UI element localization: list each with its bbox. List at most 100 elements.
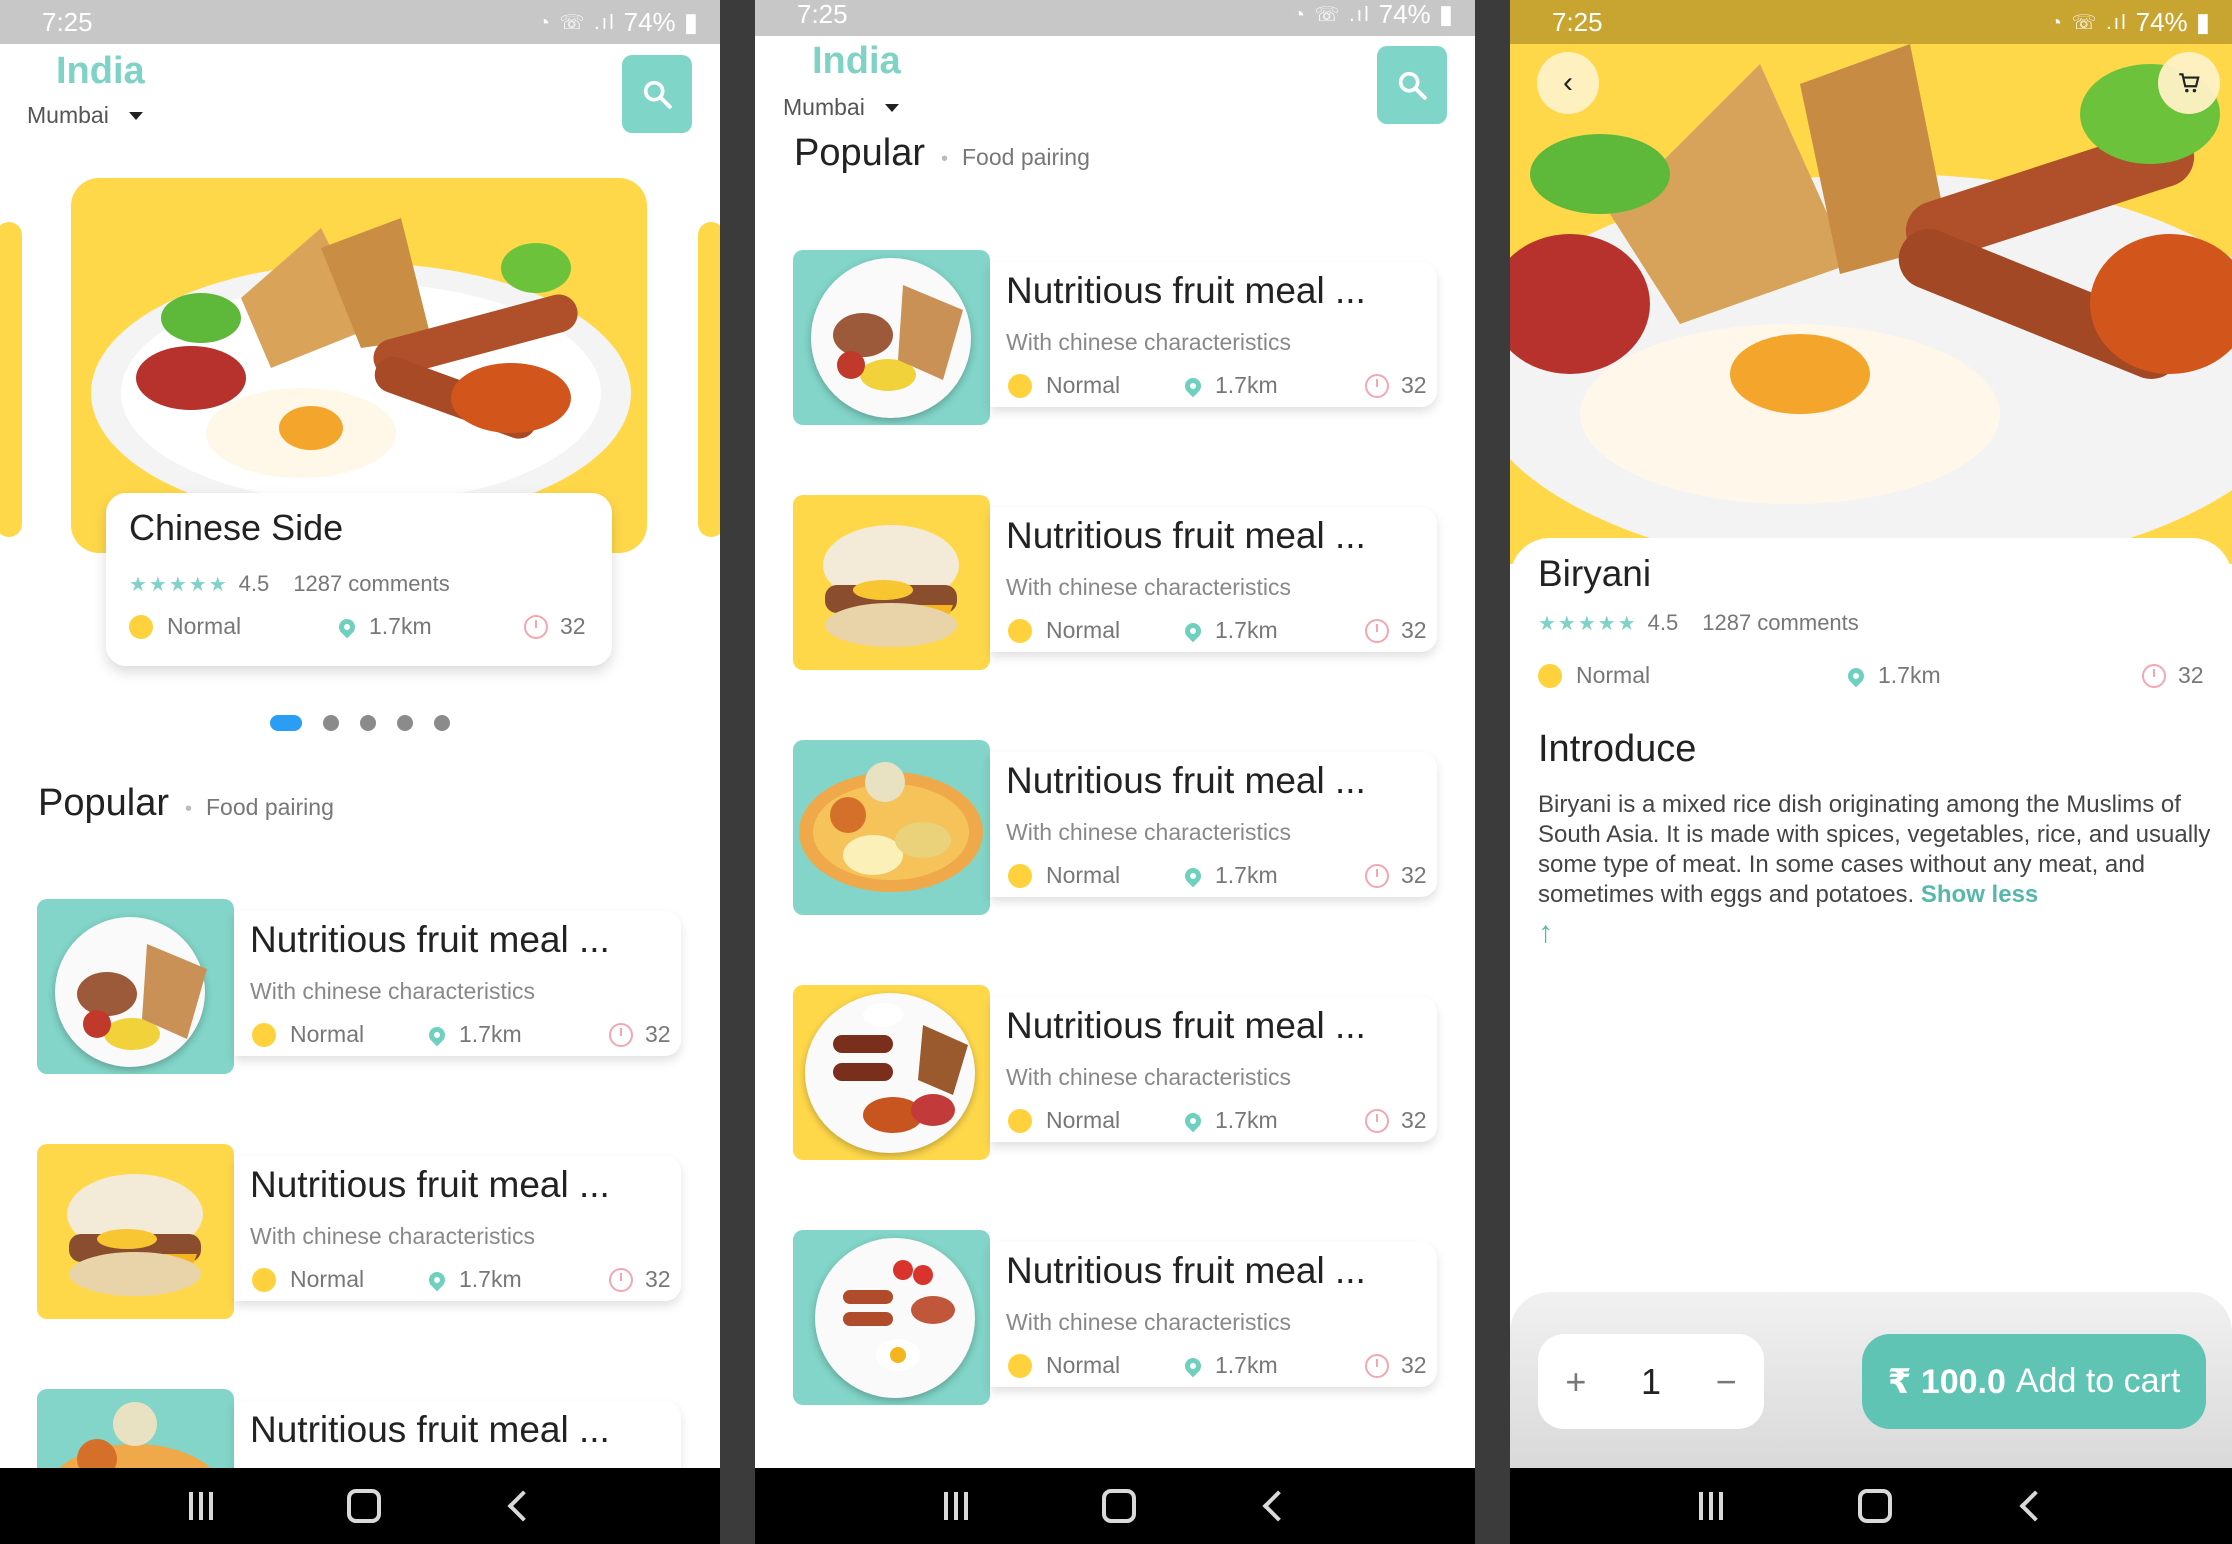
rating-value: 4.5 (238, 571, 270, 596)
pager-dot[interactable] (323, 715, 339, 731)
location-country[interactable]: India (812, 40, 901, 83)
search-button[interactable] (622, 55, 692, 133)
item-title: Nutritious fruit meal ... (250, 1164, 610, 1205)
recent-apps-icon[interactable] (941, 1492, 971, 1520)
location-pin-icon (1181, 619, 1205, 642)
distance-label: 1.7km (459, 1021, 522, 1047)
location-country[interactable]: India (56, 50, 145, 93)
hero-card[interactable]: Chinese Side ★★★★★ 4.5 1287 comments Nor… (106, 493, 612, 666)
clock-icon (524, 614, 548, 639)
yellow-dot-icon (129, 614, 153, 639)
detail-hero-image (1510, 44, 2232, 564)
distance-label: 1.7km (1215, 617, 1278, 643)
level-label: Normal (1046, 862, 1121, 888)
signal-icon: ◔ ☏ .ıl (537, 11, 616, 34)
stars-icon: ★★★★★ (1538, 612, 1638, 635)
plus-button[interactable]: + (1565, 1361, 1586, 1403)
level-label: Normal (1046, 1107, 1121, 1133)
battery-icon: ▮ (1438, 0, 1453, 29)
location-city-dropdown[interactable]: Mumbai (783, 94, 899, 121)
popular-subtitle[interactable]: Food pairing (962, 144, 1090, 171)
back-button[interactable]: ‹ (1537, 52, 1599, 114)
description-text: Biryani is a mixed rice dish originating… (1538, 790, 2218, 910)
status-time: 7:25 (42, 6, 93, 37)
distance-label: 1.7km (1215, 862, 1278, 888)
item-subtitle: With chinese characteristics (1006, 819, 1292, 845)
yellow-dot-icon (1008, 373, 1032, 398)
minus-button[interactable]: − (1716, 1361, 1737, 1403)
popular-subtitle[interactable]: Food pairing (206, 794, 334, 821)
battery-icon: ▮ (683, 6, 698, 37)
system-nav-bar (0, 1468, 720, 1544)
battery-level: 74% (2135, 6, 2188, 37)
status-bar: 7:25 ◔ ☏ .ıl 74% ▮ (1510, 0, 2232, 44)
carousel-pager[interactable] (270, 715, 450, 731)
caret-down-icon (128, 111, 143, 120)
popular-header: Popular • Food pairing (794, 132, 1090, 174)
time-label: 32 (2178, 662, 2204, 688)
item-title: Nutritious fruit meal ... (1006, 760, 1366, 801)
location-city-dropdown[interactable]: Mumbai (27, 102, 143, 129)
chevron-left-icon: ‹ (1563, 66, 1573, 99)
home-icon[interactable] (346, 1489, 381, 1523)
distance-label: 1.7km (1215, 372, 1278, 398)
yellow-dot-icon (252, 1267, 276, 1292)
yellow-dot-icon (1008, 1353, 1032, 1378)
search-button[interactable] (1377, 46, 1447, 124)
food-image (793, 1230, 990, 1405)
recent-apps-icon[interactable] (1696, 1492, 1726, 1520)
food-image (37, 1144, 234, 1319)
level-label: Normal (1046, 617, 1121, 643)
yellow-dot-icon (1538, 663, 1562, 688)
status-bar: 7:25 ◔ ☏ .ıl 74% ▮ (0, 0, 720, 44)
clock-icon (1365, 863, 1389, 888)
arrow-up-icon[interactable]: ↑ (1538, 916, 1553, 950)
popular-title: Popular (38, 782, 169, 824)
stars-icon: ★★★★★ (129, 573, 229, 596)
battery-icon: ▮ (2195, 6, 2210, 37)
carousel-next-card[interactable] (698, 222, 720, 537)
item-subtitle: With chinese characteristics (250, 978, 536, 1004)
location-pin-icon (1844, 664, 1868, 687)
clock-icon (2142, 663, 2166, 688)
home-icon[interactable] (1101, 1489, 1136, 1523)
location-pin-icon (1181, 864, 1205, 887)
popular-list-screen: 7:25 ◔ ☏ .ıl 74% ▮ India Mumbai Popular … (755, 0, 1475, 1544)
item-title: Nutritious fruit meal ... (250, 1409, 610, 1450)
comments-count: 1287 comments (293, 571, 450, 596)
clock-icon (1365, 1108, 1389, 1133)
food-image (793, 740, 990, 915)
time-label: 32 (1401, 1107, 1427, 1133)
distance-label: 1.7km (1215, 1352, 1278, 1378)
popular-title: Popular (794, 132, 925, 174)
hero-title: Chinese Side (129, 507, 344, 548)
system-nav-bar (755, 1468, 1475, 1544)
location-pin-icon (335, 615, 359, 638)
item-subtitle: With chinese characteristics (1006, 1309, 1292, 1335)
clock-icon (1365, 373, 1389, 398)
food-image (793, 250, 990, 425)
level-label: Normal (290, 1021, 365, 1047)
home-icon[interactable] (1858, 1489, 1892, 1523)
recent-apps-icon[interactable] (186, 1492, 216, 1520)
show-less-link[interactable]: Show less (1921, 881, 2038, 908)
carousel-prev-card[interactable] (0, 222, 22, 537)
distance-label: 1.7km (1878, 662, 1941, 688)
detail-title: Biryani (1538, 553, 1652, 594)
add-to-cart-button[interactable]: ₹ 100.0 Add to cart (1862, 1334, 2206, 1429)
search-icon (1398, 71, 1427, 100)
pager-dot[interactable] (434, 715, 450, 731)
back-icon[interactable] (1262, 1490, 1294, 1522)
cart-button[interactable] (2158, 52, 2220, 114)
location-pin-icon (1181, 374, 1205, 397)
introduce-heading: Introduce (1538, 728, 1697, 770)
pager-dot[interactable] (397, 715, 413, 731)
back-icon[interactable] (507, 1490, 539, 1522)
location-city: Mumbai (783, 94, 865, 120)
pager-dot[interactable] (270, 715, 302, 731)
pager-dot[interactable] (360, 715, 376, 731)
food-image (793, 985, 990, 1160)
back-icon[interactable] (2019, 1490, 2051, 1522)
clock-icon (1365, 618, 1389, 643)
yellow-dot-icon (1008, 863, 1032, 888)
